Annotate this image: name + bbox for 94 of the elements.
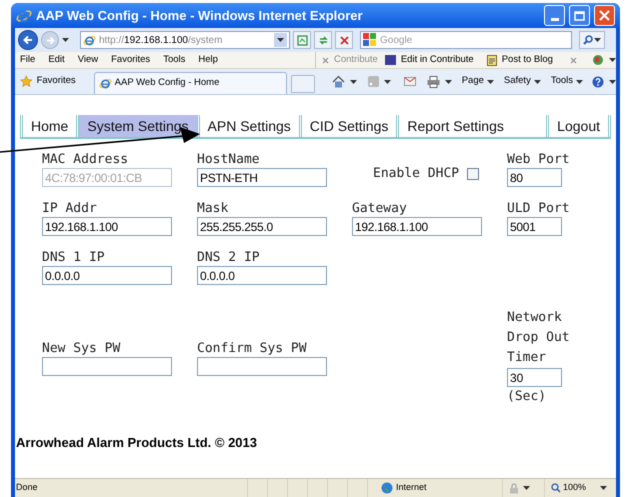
field-label: Gateway	[352, 200, 408, 217]
globe-icon	[381, 482, 393, 494]
input-field[interactable]	[197, 356, 327, 376]
input-field[interactable]: 5001	[507, 217, 562, 236]
close-icon[interactable]	[570, 56, 577, 64]
zoom-icon[interactable]	[551, 483, 561, 493]
input-field[interactable]: 255.255.255.0	[197, 217, 327, 236]
help-icon[interactable]	[592, 76, 604, 88]
caret-icon[interactable]	[609, 80, 616, 84]
compatibility-button[interactable]	[293, 31, 311, 49]
input-field[interactable]: PSTN-ETH	[197, 168, 327, 187]
star-icon	[20, 75, 33, 88]
field-label: Confirm Sys PW	[197, 340, 308, 356]
browser-icon	[98, 77, 112, 90]
caret-icon[interactable]	[608, 58, 616, 62]
maximize-button[interactable]	[569, 5, 590, 26]
field-label: New Sys PW	[42, 340, 122, 356]
favorites-button[interactable]: Favorites	[36, 74, 76, 89]
caret-icon[interactable]	[277, 38, 284, 42]
dropdown-button[interactable]	[274, 33, 287, 47]
field-label: ULD Port	[507, 200, 571, 217]
address-field[interactable]: http://192.168.1.100/system	[80, 31, 290, 49]
input-field[interactable]: 30	[507, 368, 562, 387]
back-button[interactable]	[18, 30, 38, 50]
caret-icon[interactable]	[594, 38, 601, 42]
forward-arrow-icon	[46, 36, 54, 44]
caret-icon[interactable]	[600, 486, 608, 490]
search-button[interactable]	[579, 31, 605, 49]
printer-icon[interactable]	[426, 76, 440, 88]
mail-icon[interactable]	[404, 77, 416, 86]
document-icon	[486, 54, 497, 66]
close-icon[interactable]	[322, 56, 329, 64]
back-arrow-icon	[23, 35, 33, 45]
window-title: AAP Web Config - Home - Windows Internet Explorer	[36, 6, 364, 25]
menu-item[interactable]: Help	[198, 52, 218, 68]
caret-icon[interactable]	[444, 80, 452, 84]
browser-tab[interactable]: AAP Web Config - Home	[94, 72, 288, 94]
field-label: IP Addr	[42, 200, 98, 217]
unit-label: (Sec)	[507, 388, 548, 406]
caret-icon[interactable]	[523, 486, 530, 490]
field-label: Enable DHCP	[373, 165, 460, 184]
footer-text: Arrowhead Alarm Products Ltd. © 2013	[16, 434, 258, 452]
caret-icon[interactable]	[350, 80, 357, 84]
checkbox[interactable]	[467, 168, 480, 180]
refresh-button[interactable]	[314, 31, 332, 49]
input-field[interactable]	[42, 356, 172, 376]
menu-item[interactable]: File	[20, 52, 36, 68]
input-field[interactable]: 80	[507, 168, 562, 187]
menu-item[interactable]: View	[78, 52, 98, 68]
stop-button[interactable]	[335, 31, 353, 49]
url-text: http://192.168.1.100/system	[99, 34, 224, 48]
field-label: Web Port	[507, 151, 571, 168]
search-field[interactable]: Google	[360, 31, 572, 49]
caret-icon[interactable]	[534, 80, 541, 84]
command-menu[interactable]: Tools	[550, 74, 584, 89]
maximize-icon	[574, 10, 585, 20]
input-field[interactable]: 0.0.0.0	[197, 266, 327, 285]
input-field[interactable]: 0.0.0.0	[42, 266, 172, 285]
search-provider-icon	[363, 33, 376, 46]
caret-icon[interactable]	[384, 80, 391, 84]
close-button[interactable]	[594, 5, 615, 26]
input-field[interactable]: 192.168.1.100	[352, 217, 482, 236]
globe-icon[interactable]	[592, 54, 604, 66]
contribute-icon	[384, 55, 396, 65]
refresh-icon	[318, 34, 328, 46]
home-icon[interactable]	[332, 75, 345, 88]
post-to-blog-button[interactable]: Post to Blog	[502, 52, 553, 68]
close-icon	[599, 10, 610, 21]
browser-icon	[83, 34, 96, 46]
zone-text: Internet	[396, 481, 427, 494]
input-field[interactable]: 192.168.1.100	[42, 217, 172, 236]
page-icon	[296, 34, 308, 46]
caret-icon[interactable]	[62, 38, 69, 42]
minimize-button[interactable]	[544, 5, 565, 26]
command-menu[interactable]: Page	[462, 74, 494, 89]
browser-icon	[16, 8, 32, 24]
field-label: DNS 2 IP	[197, 249, 261, 266]
stop-icon	[340, 36, 348, 44]
minimize-icon	[550, 18, 558, 21]
field-label: MAC Address	[42, 151, 130, 168]
field-label: Network Drop Out Timer	[507, 309, 571, 367]
command-menu[interactable]: Safety	[504, 74, 541, 89]
caret-icon[interactable]	[576, 80, 584, 84]
field-label: DNS 1 IP	[42, 249, 106, 266]
menu-item[interactable]: Edit	[48, 52, 65, 68]
status-text: Done	[15, 481, 39, 494]
field-label: Mask	[197, 200, 230, 217]
field-label: HostName	[197, 151, 261, 168]
caret-icon[interactable]	[486, 80, 494, 84]
menu-item[interactable]: Tools	[163, 52, 186, 68]
search-icon	[583, 35, 593, 45]
zoom-level[interactable]: 100%	[563, 481, 586, 495]
edit-in-contribute-button[interactable]: Edit in Contribute	[400, 52, 474, 68]
menu-item[interactable]: Favorites	[111, 52, 150, 68]
